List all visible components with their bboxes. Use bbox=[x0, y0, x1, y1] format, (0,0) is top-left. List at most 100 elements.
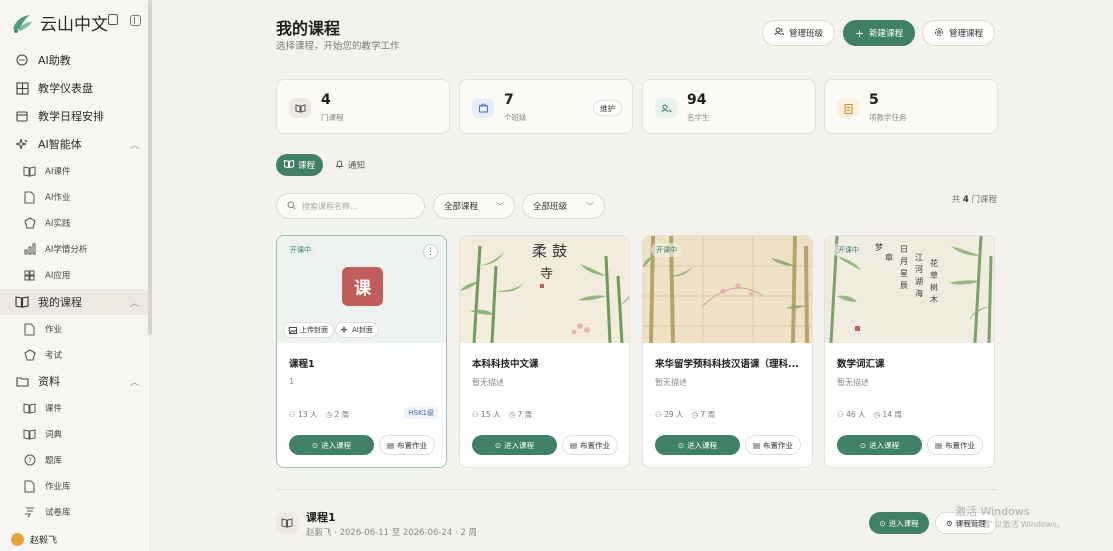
sidebar-item-label: 教学仪表盘 bbox=[38, 82, 93, 95]
sidebar-item-dashboard[interactable]: 教学仪表盘 bbox=[0, 76, 148, 100]
play-circle-icon: ⊙ bbox=[494, 440, 502, 450]
sidebar-item-schedule[interactable]: 教学日程安排 bbox=[0, 104, 148, 128]
enter-course-button[interactable]: ⊙ 进入课程 bbox=[472, 435, 557, 455]
students-value: 15 人 bbox=[481, 410, 501, 419]
clock-icon: ◷ bbox=[691, 410, 699, 419]
sidebar-item-my-courses[interactable]: 我的课程 ︿ bbox=[0, 289, 148, 315]
sidebar-item-label: 我的课程 bbox=[38, 296, 82, 309]
maintain-button[interactable]: 维护 bbox=[593, 100, 622, 116]
course-card[interactable]: 梦章 日月星辰 江河湖海 花草树木 开课中 数学词汇课 暂无描述 ⚇ 46 人 … bbox=[824, 235, 995, 468]
stat-value: 4 bbox=[321, 92, 331, 108]
status-badge: 开课中 bbox=[285, 243, 316, 257]
course-card[interactable]: 柔 鼓 寺 本科科技中文课 暂无描述 ⚇ 15 人 ◷ 7 周 ⊙ 进入课程 ▤… bbox=[459, 235, 630, 468]
manage-class-button[interactable]: 管理班级 bbox=[762, 20, 835, 46]
sidebar-item-exam[interactable]: 考试 bbox=[0, 343, 148, 367]
assign-homework-button[interactable]: ▤ 布置作业 bbox=[379, 435, 435, 455]
course-title[interactable]: 来华留学预科科技汉语课（理科... bbox=[655, 356, 799, 370]
sidebar-item-ai-agent[interactable]: AI智能体 ︿ bbox=[0, 132, 148, 156]
question-icon: ? bbox=[23, 454, 36, 467]
divider bbox=[276, 489, 997, 490]
new-course-button[interactable]: + 新建课程 bbox=[843, 20, 915, 46]
sidebar-item-ai-courseware[interactable]: AI课件 bbox=[0, 159, 148, 183]
stat-value: 7 bbox=[504, 92, 514, 108]
weeks-value: 14 周 bbox=[882, 410, 902, 419]
course-meta: ⚇ 15 人 ◷ 7 周 bbox=[472, 409, 532, 420]
assign-homework-button[interactable]: ▤ 布置作业 bbox=[927, 435, 983, 455]
sidebar-item-ai-practice[interactable]: AI实践 bbox=[0, 211, 148, 235]
course-filter-value: 全部课程 bbox=[444, 202, 479, 212]
stat-card-courses: 4 门课程 bbox=[276, 79, 450, 134]
assign-homework-button[interactable]: ▤ 布置作业 bbox=[562, 435, 618, 455]
course-description: 暂无描述 bbox=[472, 378, 504, 387]
course-title[interactable]: 本科科技中文课 bbox=[472, 356, 539, 370]
users-icon bbox=[655, 98, 677, 118]
sidebar-toggle-icon[interactable] bbox=[130, 15, 141, 26]
sidebar-item-label: 作业库 bbox=[45, 482, 71, 492]
ai-cover-button[interactable]: AI封面 bbox=[335, 322, 379, 338]
sidebar-item-question-bank[interactable]: ? 题库 bbox=[0, 448, 148, 472]
sidebar-item-ai-homework[interactable]: AI作业 bbox=[0, 185, 148, 209]
search-icon bbox=[287, 200, 296, 213]
course-card[interactable]: 开课中 ⋮ 课 上传封面 AI封面 课程1 1 ⚇ 13 人 ◷ 2 周 HSK… bbox=[276, 235, 447, 468]
play-circle-icon: ⊙ bbox=[879, 518, 886, 528]
sidebar-item-label: 资料 bbox=[38, 375, 60, 388]
course-title[interactable]: 数学词汇课 bbox=[837, 356, 885, 370]
bamboo-painting-image: 柔 鼓 寺 bbox=[460, 236, 629, 343]
students-count: ⚇ 29 人 bbox=[655, 409, 684, 420]
sidebar-item-ai-assistant[interactable]: AI助教 bbox=[0, 48, 148, 72]
search-input[interactable] bbox=[302, 201, 412, 211]
clipboard-icon: ▤ bbox=[386, 440, 395, 450]
students-count: ⚇ 46 人 bbox=[837, 409, 866, 420]
book-icon bbox=[23, 165, 36, 178]
weeks-count: ◷ 14 周 bbox=[874, 409, 902, 420]
sidebar-item-paper-library[interactable]: 试卷库 bbox=[0, 500, 148, 524]
activation-watermark-title: 激活 Windows bbox=[955, 505, 1030, 518]
search-box[interactable] bbox=[276, 193, 425, 219]
enter-course-button[interactable]: ⊙ 进入课程 bbox=[289, 435, 374, 455]
sidebar-item-label: 试卷库 bbox=[45, 508, 71, 518]
gear-icon bbox=[934, 27, 944, 40]
svg-text:花: 花 bbox=[930, 258, 938, 268]
sidebar-item-ai-apps[interactable]: AI应用 bbox=[0, 263, 148, 287]
sidebar-item-dictionary[interactable]: 词典 bbox=[0, 422, 148, 446]
enter-course-button[interactable]: ⊙ 进入课程 bbox=[837, 435, 922, 455]
enter-course-button[interactable]: ⊙ 进入课程 bbox=[655, 435, 740, 455]
manage-course-button[interactable]: 管理课程 bbox=[922, 20, 995, 46]
assign-homework-button[interactable]: ▤ 布置作业 bbox=[745, 435, 801, 455]
sidebar-item-homework-library[interactable]: 作业库 bbox=[0, 474, 148, 498]
book-icon bbox=[15, 295, 29, 309]
course-row-title[interactable]: 课程1 bbox=[306, 509, 336, 525]
status-badge: 开课中 bbox=[651, 243, 682, 257]
bar-chart-icon bbox=[23, 243, 36, 256]
gear-icon: ⚙ bbox=[946, 518, 953, 528]
assign-label: 布置作业 bbox=[580, 440, 611, 450]
book-icon bbox=[23, 402, 36, 415]
more-icon[interactable]: ⋮ bbox=[423, 244, 438, 259]
svg-text:星: 星 bbox=[900, 269, 908, 278]
svg-text:树: 树 bbox=[930, 282, 938, 292]
class-filter-select[interactable]: 全部班级 ﹀ bbox=[522, 193, 605, 219]
svg-text:河: 河 bbox=[915, 264, 923, 274]
course-filter-select[interactable]: 全部课程 ﹀ bbox=[433, 193, 515, 219]
brand[interactable]: 云山中文 bbox=[10, 10, 141, 35]
weeks-value: 2 周 bbox=[334, 410, 350, 419]
upload-cover-button[interactable]: 上传封面 bbox=[283, 322, 334, 338]
svg-text:草: 草 bbox=[930, 270, 938, 280]
svg-text:寺: 寺 bbox=[540, 267, 553, 282]
tab-notices[interactable]: 通知 bbox=[327, 154, 373, 176]
user-profile[interactable]: 赵毅飞 bbox=[0, 527, 148, 551]
students-value: 46 人 bbox=[846, 410, 866, 419]
enter-label: 进入课程 bbox=[687, 440, 718, 450]
enter-course-button[interactable]: ⊙ 进入课程 bbox=[869, 512, 929, 534]
sidebar-item-ai-analytics[interactable]: AI学情分析 bbox=[0, 237, 148, 261]
tab-courses[interactable]: 课程 bbox=[276, 154, 324, 176]
tab-label: 通知 bbox=[348, 161, 366, 171]
course-description: 1 bbox=[289, 377, 295, 386]
sidebar-item-materials[interactable]: 资料 ︿ bbox=[0, 369, 148, 393]
sidebar-item-courseware[interactable]: 课件 bbox=[0, 396, 148, 420]
course-title[interactable]: 课程1 bbox=[289, 356, 315, 370]
course-card[interactable]: 开课中 来华留学预科科技汉语课（理科... 暂无描述 ⚇ 29 人 ◷ 7 周 … bbox=[642, 235, 813, 468]
sidebar-item-homework[interactable]: 作业 bbox=[0, 317, 148, 341]
page-subtitle: 选择课程，开始您的教学工作 bbox=[276, 41, 400, 52]
brand-name: 云山中文 bbox=[40, 15, 108, 35]
